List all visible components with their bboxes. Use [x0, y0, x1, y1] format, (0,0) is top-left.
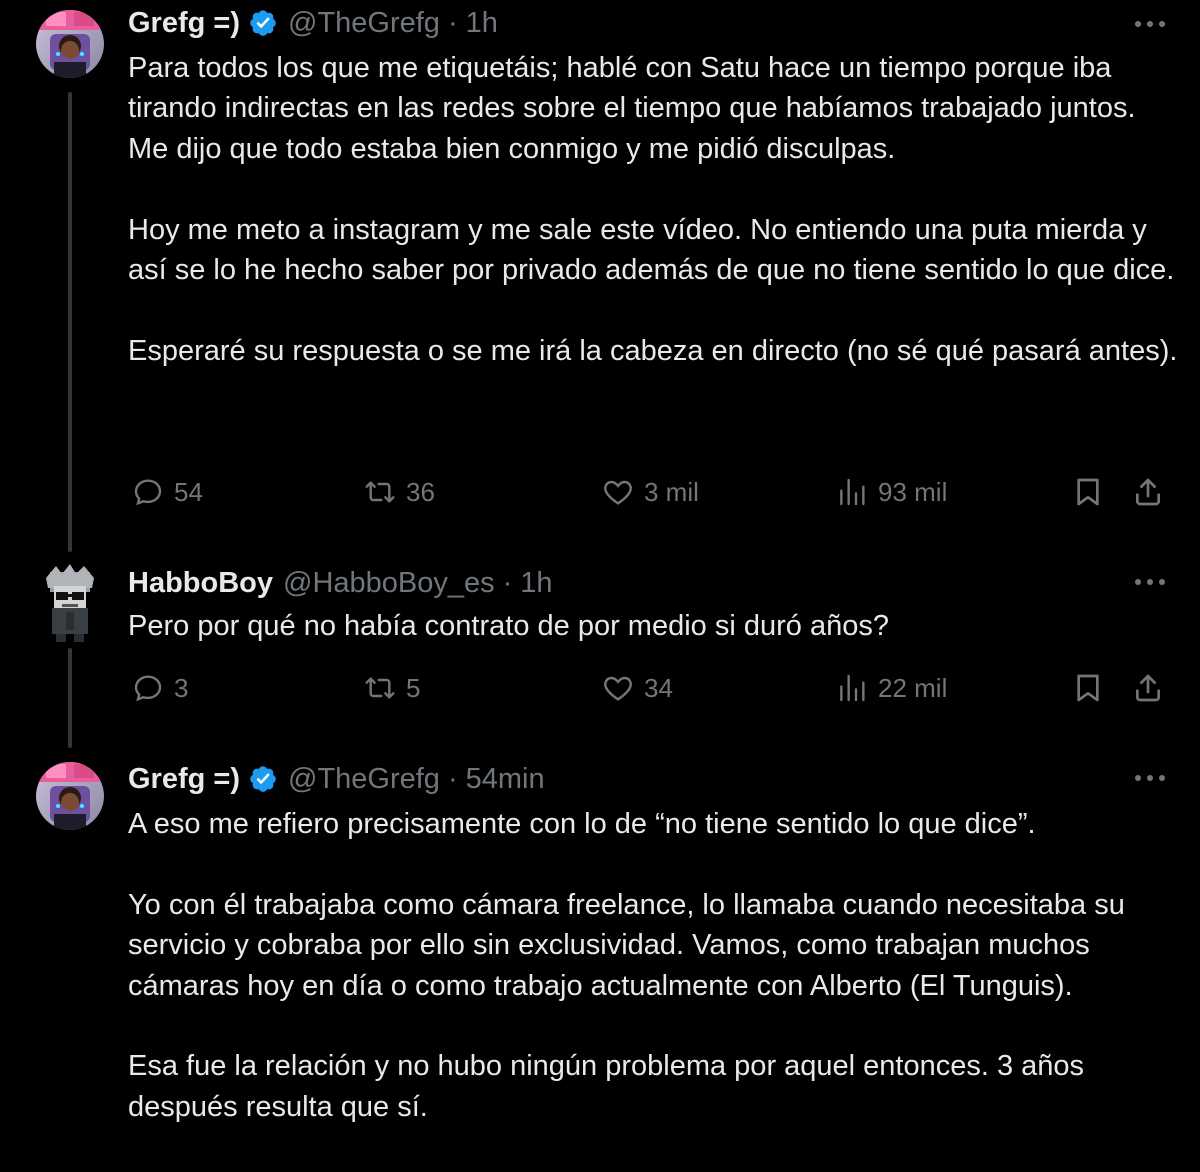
- share-button[interactable]: [1132, 672, 1164, 704]
- repost-arrows-icon: [365, 481, 395, 503]
- share-upload-icon: [1136, 478, 1160, 506]
- avatar[interactable]: [36, 564, 104, 642]
- tweet-actions: 54 36 3 mil 93 mil: [128, 476, 1178, 516]
- tweet-actions: 3 5 34 22 mil: [128, 672, 1178, 712]
- separator: ·: [447, 7, 458, 39]
- views-button[interactable]: 93 mil: [836, 476, 947, 508]
- heart-icon: [604, 480, 632, 505]
- share-button[interactable]: [1132, 476, 1164, 508]
- tweet[interactable]: Grefg =) @TheGrefg · 1h Para todos los q…: [0, 0, 1200, 560]
- tweet-text: A eso me refiero precisamente con lo de …: [128, 808, 1125, 1123]
- heart-icon: [604, 676, 632, 701]
- handle[interactable]: @HabboBoy_es: [283, 566, 495, 600]
- repost-count: 36: [406, 476, 435, 507]
- repost-count: 5: [406, 672, 421, 703]
- like-count: 34: [644, 672, 673, 703]
- more-options-button[interactable]: [1130, 12, 1170, 36]
- timestamp[interactable]: 1h: [466, 6, 498, 40]
- bookmark-icon: [1077, 478, 1099, 506]
- handle[interactable]: @TheGrefg: [288, 762, 440, 796]
- tweet[interactable]: HabboBoy @HabboBoy_es · 1h Pero por qué …: [0, 560, 1200, 760]
- more-options-button[interactable]: [1130, 766, 1170, 790]
- like-button[interactable]: 34: [602, 672, 673, 704]
- timestamp[interactable]: 54min: [466, 762, 545, 796]
- repost-arrows-icon: [365, 677, 395, 699]
- display-name[interactable]: HabboBoy: [128, 566, 273, 600]
- like-button[interactable]: 3 mil: [602, 476, 699, 508]
- more-horizontal-icon: [1135, 579, 1165, 585]
- views-bar-chart-icon: [840, 674, 865, 702]
- share-upload-icon: [1136, 674, 1160, 702]
- handle[interactable]: @TheGrefg: [288, 6, 440, 40]
- tweet-header: HabboBoy @HabboBoy_es · 1h: [128, 566, 553, 600]
- tweet-text: Pero por qué no había contrato de por me…: [128, 610, 889, 642]
- reply-bubble-icon: [134, 479, 162, 506]
- separator: ·: [447, 763, 458, 795]
- verified-badge-icon: [248, 764, 278, 794]
- more-horizontal-icon: [1135, 21, 1165, 27]
- verified-badge-icon: [248, 8, 278, 38]
- more-options-button[interactable]: [1130, 570, 1170, 594]
- reply-count: 3: [174, 672, 189, 703]
- tweet-header: Grefg =) @TheGrefg · 1h: [128, 6, 498, 40]
- reply-button[interactable]: 3: [132, 672, 188, 704]
- bookmark-button[interactable]: [1072, 672, 1104, 704]
- reply-count: 54: [174, 476, 203, 507]
- views-count: 22 mil: [878, 672, 948, 703]
- display-name[interactable]: Grefg =): [128, 6, 240, 40]
- repost-button[interactable]: 36: [364, 476, 435, 508]
- bookmark-button[interactable]: [1072, 476, 1104, 508]
- reply-bubble-icon: [134, 675, 162, 702]
- separator: ·: [502, 567, 513, 599]
- like-count: 3 mil: [644, 476, 699, 507]
- reply-button[interactable]: 54: [132, 476, 203, 508]
- avatar[interactable]: [36, 10, 104, 78]
- views-bar-chart-icon: [840, 478, 865, 506]
- more-horizontal-icon: [1135, 775, 1165, 781]
- tweet-text: Para todos los que me etiquetáis; hablé …: [128, 52, 1178, 367]
- tweet[interactable]: Grefg =) @TheGrefg · 54min A eso me refi…: [0, 756, 1200, 1172]
- repost-button[interactable]: 5: [364, 672, 420, 704]
- display-name[interactable]: Grefg =): [128, 762, 240, 796]
- views-button[interactable]: 22 mil: [836, 672, 947, 704]
- timestamp[interactable]: 1h: [520, 566, 552, 600]
- views-count: 93 mil: [878, 476, 948, 507]
- avatar[interactable]: [36, 762, 104, 830]
- bookmark-icon: [1077, 674, 1099, 702]
- tweet-header: Grefg =) @TheGrefg · 54min: [128, 762, 545, 796]
